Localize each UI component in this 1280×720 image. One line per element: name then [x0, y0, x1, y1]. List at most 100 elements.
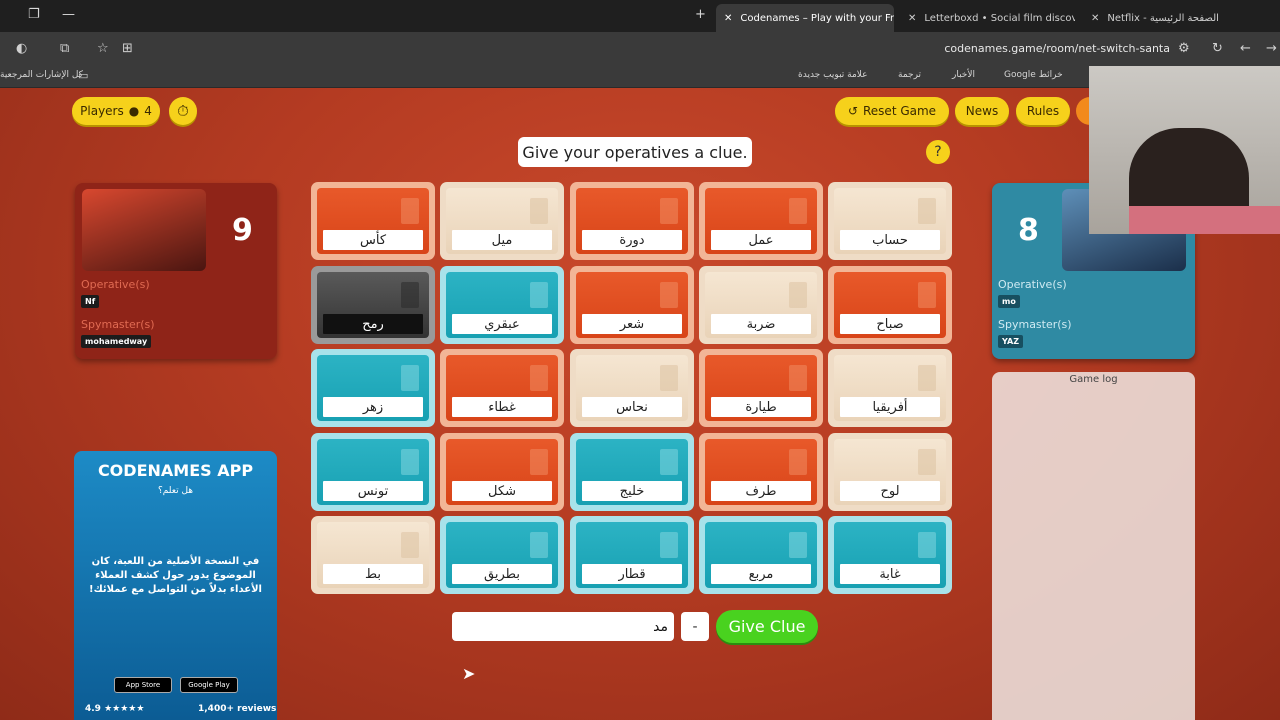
clue-input[interactable] [452, 612, 674, 641]
bookmark-new-tab[interactable]: علامة تبويب جديدة [798, 70, 868, 80]
google-play-badge[interactable]: Google Play [180, 677, 238, 693]
agent-silhouette-icon [401, 449, 419, 475]
red-spymaster-badge: mohamedway [81, 335, 152, 348]
clue-number-select[interactable]: - [681, 612, 709, 641]
minimize-icon[interactable]: — [62, 7, 75, 22]
card-word: لوح [840, 481, 940, 501]
agent-silhouette-icon [789, 198, 807, 224]
agent-silhouette-icon [918, 282, 936, 308]
word-card[interactable]: نحاس [570, 349, 694, 427]
word-card[interactable]: صباح [828, 266, 952, 344]
close-icon[interactable]: ✕ [1091, 13, 1099, 24]
word-card[interactable]: دورة [570, 182, 694, 260]
card-word: صباح [840, 314, 940, 334]
agent-silhouette-icon [660, 198, 678, 224]
word-card[interactable]: شكل [440, 433, 564, 511]
bookmarks-bar [0, 66, 1280, 88]
word-card[interactable]: كأس [311, 182, 435, 260]
tab-letterboxd[interactable]: ✕ Letterboxd • Social film discove [900, 4, 1075, 32]
window-restore-icon[interactable]: ❐ [28, 7, 40, 22]
word-card[interactable]: بط [311, 516, 435, 594]
word-card[interactable]: حساب [828, 182, 952, 260]
word-card[interactable]: ضربة [699, 266, 823, 344]
card-word: غطاء [452, 397, 552, 417]
card-word: دورة [582, 230, 682, 250]
folder-icon: ▭ [78, 69, 89, 82]
red-team-portrait [82, 189, 206, 271]
agent-silhouette-icon [660, 449, 678, 475]
red-spymaster-label: Spymaster(s) [81, 318, 155, 331]
new-tab-icon[interactable]: + [695, 7, 706, 22]
word-card[interactable]: غطاء [440, 349, 564, 427]
word-card[interactable]: مربع [699, 516, 823, 594]
game-log-panel[interactable]: Game log [992, 372, 1195, 720]
card-word: حساب [840, 230, 940, 250]
profile-icon[interactable]: ◐ [16, 41, 27, 56]
reload-icon[interactable]: ↻ [1212, 41, 1223, 56]
translate-icon[interactable]: ⊞ [122, 41, 133, 56]
word-card[interactable]: شعر [570, 266, 694, 344]
webcam-overlay [1089, 66, 1280, 234]
help-button[interactable]: ? [926, 140, 950, 164]
word-card[interactable]: ميل [440, 182, 564, 260]
blue-spymaster-label: Spymaster(s) [998, 318, 1072, 331]
card-word: زهر [323, 397, 423, 417]
agent-silhouette-icon [789, 282, 807, 308]
browser-tab-strip: ❐ — + ✕ Codenames – Play with your Fr ✕ … [0, 0, 1280, 32]
word-card[interactable]: عمل [699, 182, 823, 260]
players-button[interactable]: Players ● 4 [72, 97, 160, 125]
give-clue-button[interactable]: Give Clue [716, 610, 818, 643]
agent-silhouette-icon [918, 449, 936, 475]
close-icon[interactable]: ✕ [724, 13, 732, 24]
back-icon[interactable]: → [1266, 41, 1277, 56]
agent-silhouette-icon [530, 282, 548, 308]
card-word: رمح [323, 314, 423, 334]
game-log-title: Game log [1069, 374, 1118, 385]
word-card[interactable]: أفريقيا [828, 349, 952, 427]
reset-game-button[interactable]: ↺ Reset Game [835, 97, 949, 125]
word-card[interactable]: طرف [699, 433, 823, 511]
url-field[interactable]: codenames.game/room/net-switch-santa [930, 42, 1170, 55]
app-store-badge[interactable]: App Store [114, 677, 172, 693]
word-card[interactable]: قطار [570, 516, 694, 594]
word-card[interactable]: خليج [570, 433, 694, 511]
ad-title: CODENAMES APP [97, 461, 254, 480]
extensions-icon[interactable]: ⧉ [60, 41, 69, 56]
card-word: بط [323, 564, 423, 584]
stopwatch-icon: ⏱ [177, 102, 189, 120]
agent-silhouette-icon [401, 532, 419, 558]
news-button[interactable]: News [955, 97, 1009, 125]
word-card[interactable]: غابة [828, 516, 952, 594]
bookmark-maps[interactable]: خرائط Google [1004, 70, 1063, 80]
card-word: طيارة [711, 397, 811, 417]
red-team-score: 9 [232, 213, 253, 248]
bookmark-star-icon[interactable]: ☆ [97, 41, 109, 56]
blue-team-score: 8 [1018, 213, 1039, 248]
word-card[interactable]: بطريق [440, 516, 564, 594]
card-word: خليج [582, 481, 682, 501]
rules-button[interactable]: Rules [1016, 97, 1070, 125]
word-card[interactable]: تونس [311, 433, 435, 511]
close-icon[interactable]: ✕ [908, 13, 916, 24]
word-card[interactable]: عبقري [440, 266, 564, 344]
timer-button[interactable]: ⏱ [169, 97, 197, 125]
tab-netflix[interactable]: ✕ Netflix - الصفحة الرئيسية [1083, 4, 1258, 32]
forward-icon[interactable]: ← [1240, 41, 1251, 56]
tab-codenames[interactable]: ✕ Codenames – Play with your Fr [716, 4, 894, 32]
bookmark-translate[interactable]: ترجمة [898, 70, 921, 80]
site-settings-icon[interactable]: ⚙ [1178, 41, 1190, 56]
agent-silhouette-icon [401, 282, 419, 308]
word-card[interactable]: رمح [311, 266, 435, 344]
agent-silhouette-icon [660, 532, 678, 558]
word-card[interactable]: زهر [311, 349, 435, 427]
bookmark-news[interactable]: الأخبار [952, 70, 975, 80]
card-word: تونس [323, 481, 423, 501]
word-card[interactable]: طيارة [699, 349, 823, 427]
card-word: ميل [452, 230, 552, 250]
card-word: بطريق [452, 564, 552, 584]
card-word: غابة [840, 564, 940, 584]
codenames-app-ad[interactable]: CODENAMES APP هل تعلم؟ في النسخة الأصلية… [74, 451, 277, 720]
word-card[interactable]: لوح [828, 433, 952, 511]
bookmark-all[interactable]: كل الإشارات المرجعية [0, 70, 83, 80]
card-word: عمل [711, 230, 811, 250]
